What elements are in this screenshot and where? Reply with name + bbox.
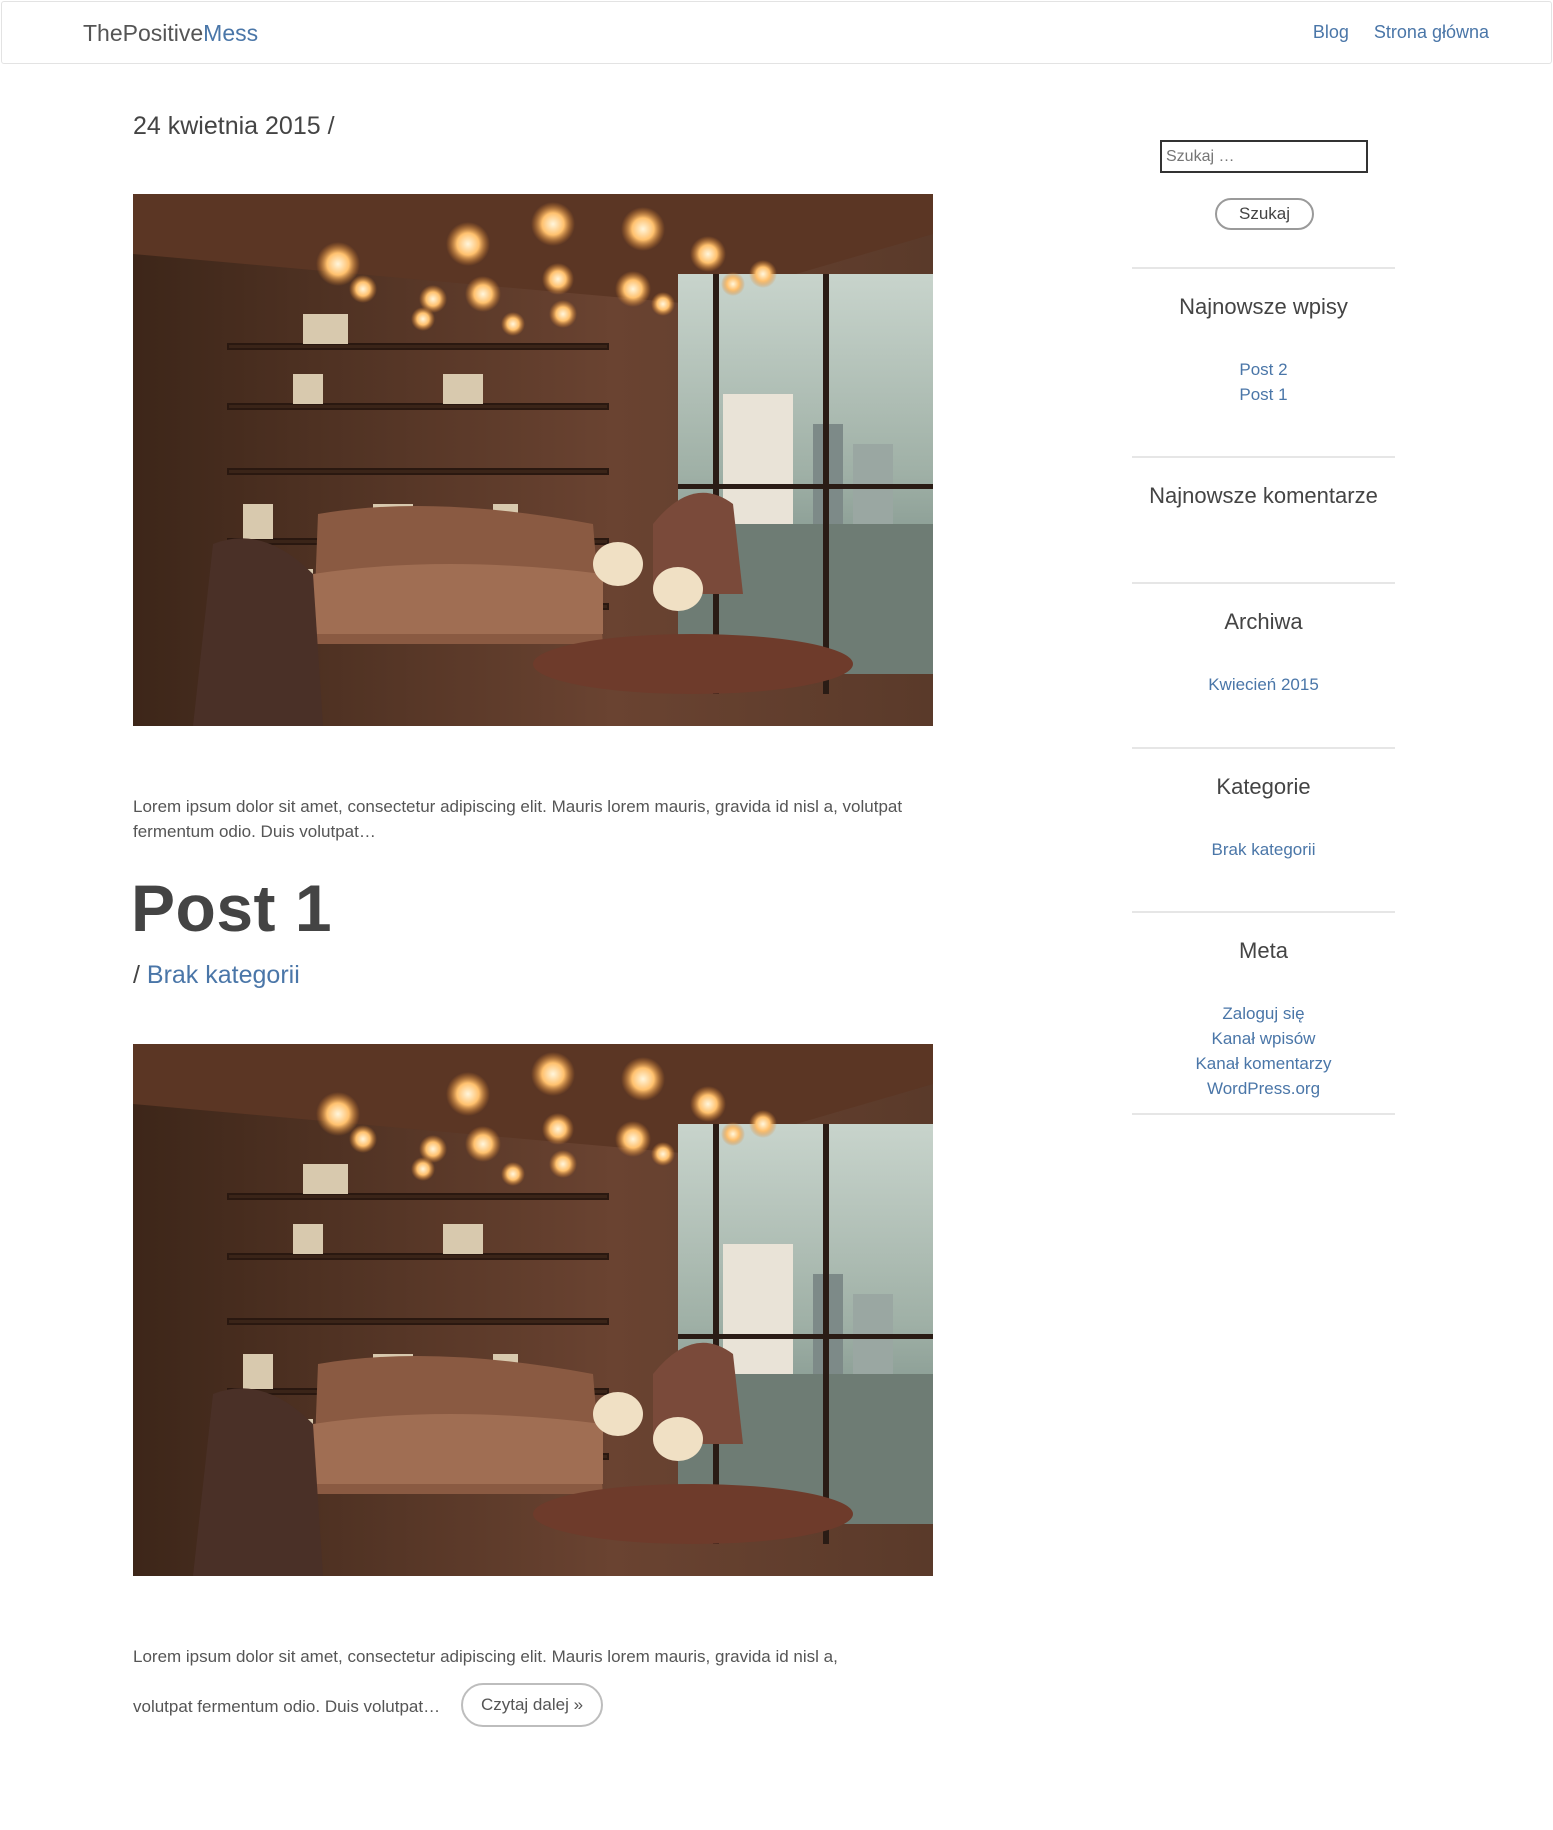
recent-post-link[interactable]: Post 2: [1239, 360, 1287, 379]
widget-recent-posts: Najnowsze wpisy Post 2 Post 1: [1132, 267, 1395, 456]
brand-name-part1: ThePositive: [83, 20, 204, 46]
post-category-link[interactable]: Brak kategorii: [147, 961, 300, 989]
category-link[interactable]: Brak kategorii: [1212, 840, 1316, 859]
meta-link-wordpress[interactable]: WordPress.org: [1207, 1079, 1320, 1098]
post-excerpt: Lorem ipsum dolor sit amet, consectetur …: [133, 797, 903, 841]
archives-list: Kwiecień 2015: [1132, 672, 1395, 697]
widget-title: Najnowsze wpisy: [1179, 294, 1348, 319]
search-input[interactable]: [1160, 140, 1368, 173]
post-title[interactable]: Post 1: [131, 870, 332, 946]
featured-image[interactable]: [133, 194, 933, 726]
list-item: Kanał komentarzy: [1132, 1051, 1395, 1076]
nav-link-home[interactable]: Strona główna: [1374, 22, 1489, 43]
nav-link-blog[interactable]: Blog: [1313, 22, 1349, 43]
widget-categories: Kategorie Brak kategorii: [1132, 747, 1395, 911]
list-item: WordPress.org: [1132, 1076, 1395, 1101]
widget-archives: Archiwa Kwiecień 2015: [1132, 582, 1395, 747]
list-item: Brak kategorii: [1132, 837, 1395, 862]
category-separator: /: [133, 961, 147, 989]
featured-image[interactable]: [133, 1044, 933, 1576]
widget-meta: Meta Zaloguj się Kanał wpisów Kanał kome…: [1132, 911, 1395, 1115]
post-excerpt-line-1: Lorem ipsum dolor sit amet, consectetur …: [133, 1647, 838, 1666]
interior-photo: [133, 1044, 933, 1576]
meta-link-posts-feed[interactable]: Kanał wpisów: [1212, 1029, 1316, 1048]
recent-post-link[interactable]: Post 1: [1239, 385, 1287, 404]
categories-list: Brak kategorii: [1132, 837, 1395, 862]
interior-photo: [133, 194, 933, 726]
site-header: ThePositiveMess Blog Strona główna: [1, 1, 1552, 64]
main-nav: Blog Strona główna: [1313, 22, 1489, 43]
recent-posts-list: Post 2 Post 1: [1132, 357, 1395, 407]
list-item: Zaloguj się: [1132, 1001, 1395, 1026]
list-item: Post 1: [1132, 382, 1395, 407]
post-category-line: / Brak kategorii: [133, 961, 300, 990]
read-more-button[interactable]: Czytaj dalej »: [461, 1683, 603, 1727]
widget-title: Najnowsze komentarze: [1149, 483, 1378, 508]
list-item: Kanał wpisów: [1132, 1026, 1395, 1051]
meta-link-comments-feed[interactable]: Kanał komentarzy: [1195, 1054, 1331, 1073]
archive-link[interactable]: Kwiecień 2015: [1208, 675, 1319, 694]
post-date: 24 kwietnia 2015 /: [133, 112, 335, 140]
meta-link-login[interactable]: Zaloguj się: [1222, 1004, 1304, 1023]
list-item: Kwiecień 2015: [1132, 672, 1395, 697]
site-logo-link[interactable]: ThePositiveMess: [83, 20, 258, 47]
widget-recent-comments: Najnowsze komentarze: [1132, 456, 1395, 582]
widget-title: Archiwa: [1224, 609, 1303, 634]
meta-list: Zaloguj się Kanał wpisów Kanał komentarz…: [1132, 1001, 1395, 1101]
widget-title: Kategorie: [1216, 774, 1311, 799]
widget-title: Meta: [1239, 938, 1288, 963]
brand-name-part2: Mess: [203, 20, 259, 46]
list-item: Post 2: [1132, 357, 1395, 382]
search-button[interactable]: Szukaj: [1215, 198, 1314, 230]
